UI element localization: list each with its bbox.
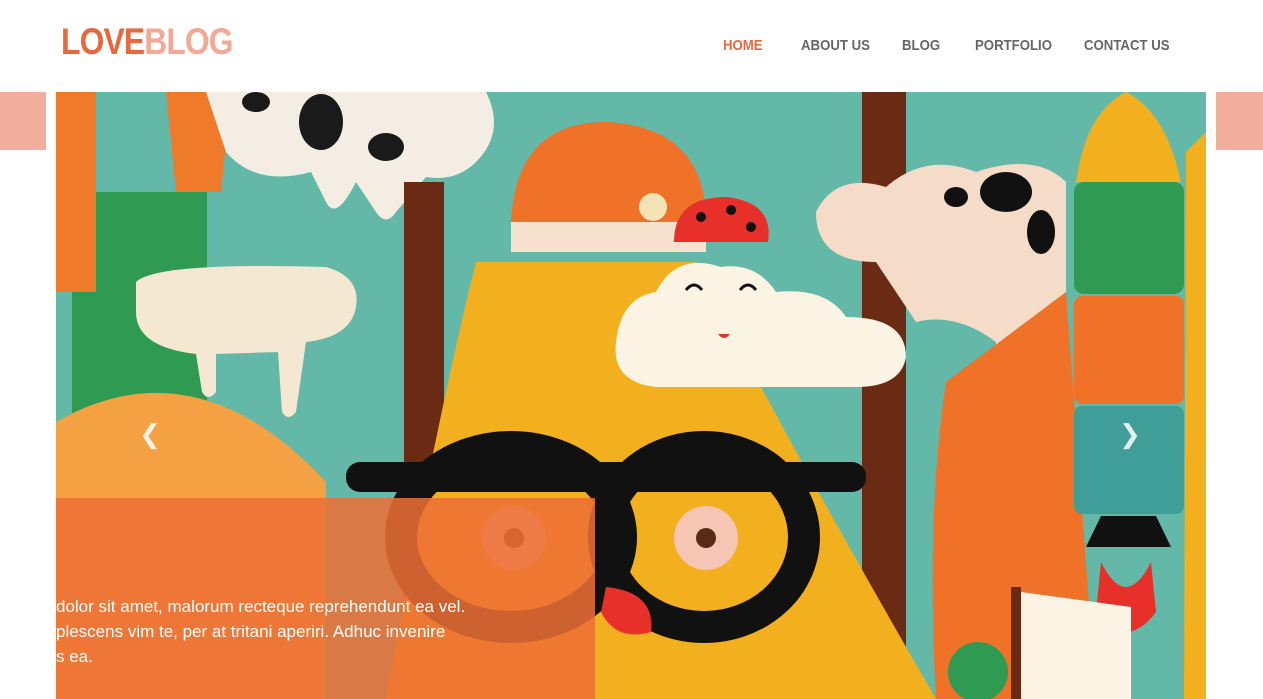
slide-caption: dolor sit amet, malorum recteque reprehe… <box>56 498 595 699</box>
nav-portfolio[interactable]: PORTFOLIO <box>975 36 1052 56</box>
site-header: LOVEBLOG HOME ABOUT US BLOG PORTFOLIO CO… <box>0 0 1263 92</box>
main-nav: HOME ABOUT US BLOG PORTFOLIO CONTACT US <box>0 36 1263 56</box>
side-decor-left <box>0 92 46 150</box>
nav-contact-us[interactable]: CONTACT US <box>1084 36 1170 56</box>
nav-blog[interactable]: BLOG <box>902 36 940 56</box>
chevron-left-icon: ❮ <box>139 420 161 450</box>
caption-line: dolor sit amet, malorum recteque reprehe… <box>56 597 466 616</box>
nav-home[interactable]: HOME <box>723 36 763 56</box>
chevron-right-icon: ❯ <box>1119 420 1141 450</box>
caption-text: dolor sit amet, malorum recteque reprehe… <box>56 594 576 669</box>
slider-prev-button[interactable]: ❮ <box>135 417 165 453</box>
caption-line: plescens vim te, per at tritani aperiri.… <box>56 622 446 641</box>
caption-line: s ea. <box>56 647 93 666</box>
hero-slider[interactable]: ❮ ❯ dolor sit amet, malorum recteque rep… <box>56 92 1206 699</box>
slider-next-button[interactable]: ❯ <box>1115 417 1145 453</box>
side-decor-right <box>1216 92 1263 150</box>
nav-about-us[interactable]: ABOUT US <box>801 36 870 56</box>
